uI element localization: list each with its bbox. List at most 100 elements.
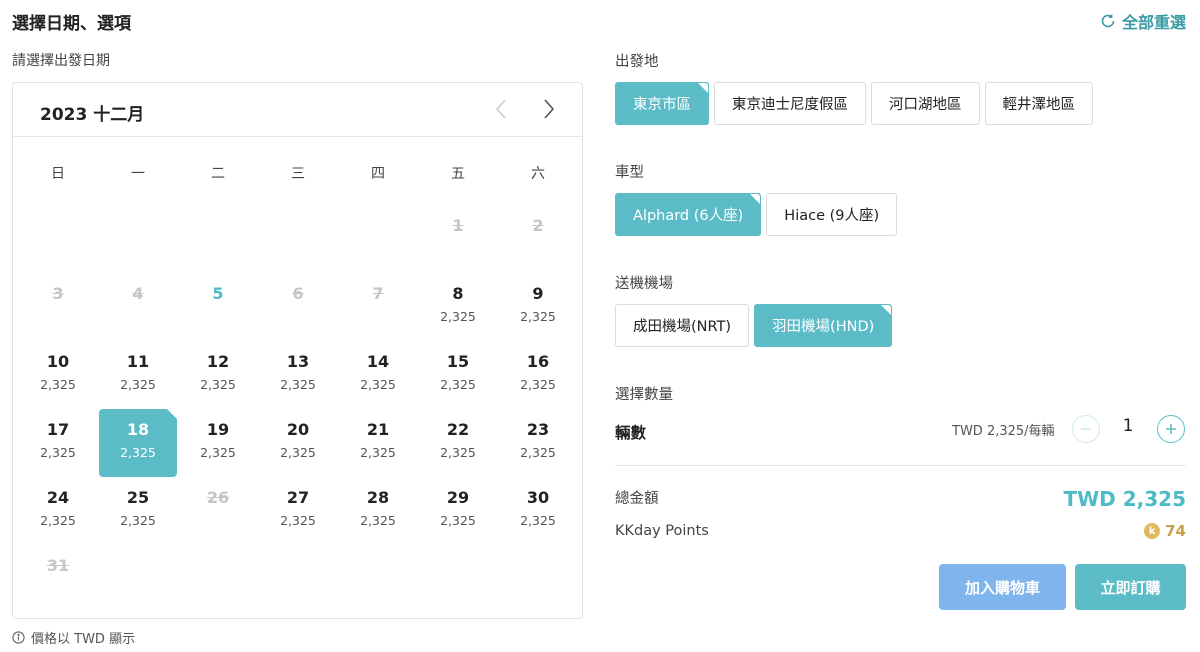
weekday-row: 日一二三四五六 <box>18 163 578 183</box>
divider <box>615 465 1186 466</box>
calendar-day[interactable]: 13 2,325 <box>258 341 338 409</box>
vehicle-label: 車型 <box>615 165 644 181</box>
calendar-day-number: 28 <box>366 488 390 507</box>
kkday-coin-icon: k <box>1144 523 1161 539</box>
calendar-day-price: 2,325 <box>40 513 76 528</box>
calendar-day[interactable]: 30 2,325 <box>498 477 578 545</box>
date-prompt: 請選擇出發日期 <box>12 53 110 69</box>
calendar-day-number: 25 <box>126 488 150 507</box>
points-value: 74 <box>1165 522 1186 540</box>
calendar-day[interactable]: 20 2,325 <box>258 409 338 477</box>
plus-icon <box>1166 424 1176 434</box>
next-month-button[interactable] <box>535 95 563 123</box>
weekday-label: 二 <box>211 166 225 182</box>
calendar-day[interactable]: 25 2,325 <box>98 477 178 545</box>
calendar-day[interactable]: 28 2,325 <box>338 477 418 545</box>
previous-month-button[interactable] <box>487 95 515 123</box>
departure-option[interactable]: 東京迪士尼度假區 <box>714 82 866 125</box>
vehicle-option-selected[interactable]: Alphard (6人座) <box>615 193 762 236</box>
airport-option-selected[interactable]: 羽田機場(HND) <box>754 304 893 347</box>
calendar-day-price: 2,325 <box>120 445 156 460</box>
calendar-day-number: 16 <box>526 352 550 371</box>
calendar-day-price: 2,325 <box>40 377 76 392</box>
calendar-day: 6 <box>258 273 338 341</box>
unit-price: TWD 2,325/每輛 <box>952 424 1055 439</box>
refresh-icon <box>1101 14 1115 28</box>
vehicle-option[interactable]: Hiace (9人座) <box>766 193 898 236</box>
calendar-day[interactable]: 12 2,325 <box>178 341 258 409</box>
currency-note-text: 價格以 TWD 顯示 <box>31 632 136 647</box>
calendar-day-number: 8 <box>452 284 464 303</box>
calendar-day[interactable]: 21 2,325 <box>338 409 418 477</box>
calendar-day-number: 22 <box>446 420 470 439</box>
calendar-day[interactable]: 8 2,325 <box>418 273 498 341</box>
calendar-day-number: 27 <box>286 488 310 507</box>
quantity-value: 1 <box>1122 416 1134 436</box>
calendar-day: 1 <box>418 205 498 273</box>
calendar-day-number: 7 <box>372 284 384 303</box>
calendar-month-label: 2023 十二月 <box>40 105 145 125</box>
weekday-label: 五 <box>451 166 465 182</box>
calendar-day[interactable]: 10 2,325 <box>18 341 98 409</box>
calendar-day: 31 <box>18 545 98 613</box>
airport-option[interactable]: 成田機場(NRT) <box>615 304 750 347</box>
reset-all-label: 全部重選 <box>1121 13 1186 32</box>
airport-option-label: 羽田機場(HND) <box>772 319 875 335</box>
calendar-day-number: 17 <box>46 420 70 439</box>
calendar-day-number: 14 <box>366 352 390 371</box>
departure-label: 出發地 <box>615 54 659 70</box>
calendar-day[interactable]: 14 2,325 <box>338 341 418 409</box>
departure-option[interactable]: 河口湖地區 <box>871 82 980 125</box>
add-to-cart-button[interactable]: 加入購物車 <box>939 564 1066 610</box>
reset-all-button[interactable]: 全部重選 <box>1100 9 1186 33</box>
calendar-day-selected[interactable]: 18 2,325 <box>99 409 177 477</box>
vehicle-options: Alphard (6人座) Hiace (9人座) <box>615 193 898 236</box>
page-title: 選擇日期、選項 <box>12 14 131 34</box>
calendar-day-price: 2,325 <box>520 309 556 324</box>
calendar-day[interactable]: 9 2,325 <box>498 273 578 341</box>
weekday-label: 六 <box>531 166 545 182</box>
calendar-day[interactable]: 19 2,325 <box>178 409 258 477</box>
total-amount: TWD 2,325 <box>1063 487 1186 511</box>
calendar-day[interactable]: 23 2,325 <box>498 409 578 477</box>
calendar-day-number: 18 <box>126 420 150 439</box>
departure-option-label: 河口湖地區 <box>889 97 962 113</box>
decrease-quantity-button[interactable] <box>1072 415 1100 443</box>
departure-option[interactable]: 輕井澤地區 <box>984 82 1093 125</box>
calendar-day[interactable]: 24 2,325 <box>18 477 98 545</box>
calendar-day-number: 23 <box>526 420 550 439</box>
total-label: 總金額 <box>615 491 659 507</box>
calendar-day-price: 2,325 <box>520 513 556 528</box>
buy-now-button[interactable]: 立即訂購 <box>1075 564 1186 610</box>
calendar-day[interactable]: 11 2,325 <box>98 341 178 409</box>
calendar-day[interactable]: 16 2,325 <box>498 341 578 409</box>
calendar-day-number: 1 <box>452 216 464 235</box>
calendar-day: 3 <box>18 273 98 341</box>
weekday-label: 三 <box>291 166 305 182</box>
calendar-day: 7 <box>338 273 418 341</box>
calendar-day[interactable]: 29 2,325 <box>418 477 498 545</box>
calendar-day-number: 24 <box>46 488 70 507</box>
calendar-day-number: 30 <box>526 488 550 507</box>
calendar-day-number: 10 <box>46 352 70 371</box>
calendar-day-number: 31 <box>46 556 70 575</box>
calendar-day[interactable]: 17 2,325 <box>18 409 98 477</box>
weekday-label: 日 <box>51 166 65 182</box>
airport-options: 成田機場(NRT) 羽田機場(HND) <box>615 304 893 347</box>
calendar-day[interactable]: 15 2,325 <box>418 341 498 409</box>
calendar-header: 2023 十二月 <box>13 83 582 137</box>
calendar-day[interactable]: 27 2,325 <box>258 477 338 545</box>
departure-option-selected[interactable]: 東京市區 <box>615 82 709 125</box>
calendar-day-price: 2,325 <box>200 377 236 392</box>
calendar-day[interactable]: 22 2,325 <box>418 409 498 477</box>
selected-corner-mark <box>750 194 761 204</box>
calendar-day-price: 2,325 <box>520 377 556 392</box>
increase-quantity-button[interactable] <box>1157 415 1185 443</box>
points-label: KKday Points <box>615 523 709 539</box>
selected-corner-mark <box>881 305 892 315</box>
calendar-day-number: 26 <box>206 488 230 507</box>
calendar-day-number: 13 <box>286 352 310 371</box>
calendar: 2023 十二月 日一二三四五六 1 2 3 4 5 6 7 8 2,325 9 2,325 10 2,… <box>12 82 583 619</box>
departure-option-label: 東京市區 <box>633 97 691 113</box>
calendar-blank-cell <box>338 205 418 273</box>
